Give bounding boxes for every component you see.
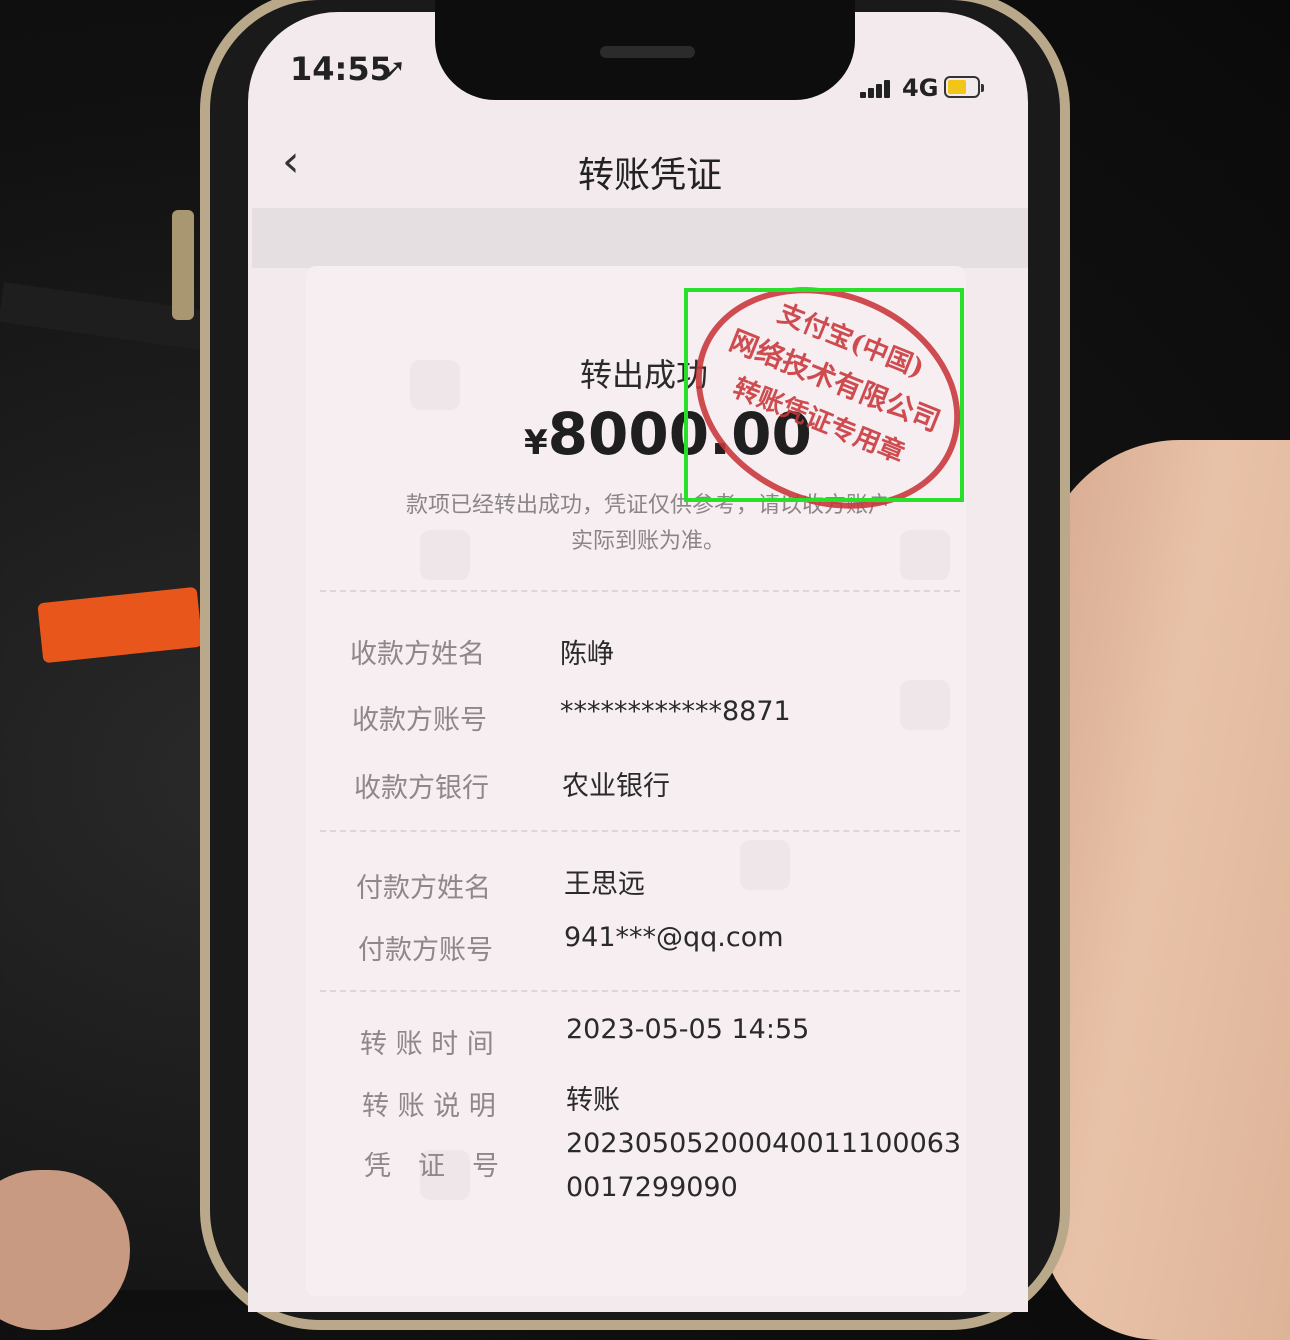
seal-highlight-box [684, 288, 964, 502]
header-divider [252, 208, 1028, 268]
transfer-time-label: 转 账 时 间 [360, 1029, 494, 1060]
voucher-number-line-1: 20230505200040011100063 [566, 1128, 962, 1159]
transfer-time: 2023-05-05 14:55 [566, 1014, 810, 1045]
payer-name-label: 付款方姓名 [356, 873, 491, 904]
watermark-icon [740, 840, 790, 890]
network-type: 4G [902, 74, 939, 102]
payee-account: ************8871 [560, 696, 791, 727]
divider [320, 590, 960, 592]
watermark-icon [410, 360, 460, 410]
payee-account-label: 收款方账号 [352, 705, 487, 736]
speaker [600, 46, 695, 58]
note-line-2: 实际到账为准。 [570, 529, 725, 554]
hand [1040, 440, 1290, 1340]
payee-name-label: 收款方姓名 [350, 639, 485, 670]
payee-bank-label: 收款方银行 [354, 773, 489, 804]
orange-tag [37, 586, 203, 664]
voucher-number-label: 凭 证 号 [364, 1151, 499, 1182]
watermark-icon [900, 680, 950, 730]
page-title: 转账凭证 [577, 155, 722, 196]
transfer-desc-label: 转 账 说 明 [362, 1091, 496, 1122]
payee-name: 陈峥 [560, 639, 614, 670]
battery-icon [944, 76, 984, 98]
payer-name: 王思远 [564, 869, 645, 900]
signal-icon [860, 80, 892, 98]
divider [320, 830, 960, 832]
status-time: 14:55 [290, 50, 392, 88]
divider [320, 990, 960, 992]
back-button[interactable]: ‹ [282, 140, 330, 188]
transfer-desc: 转账 [566, 1085, 620, 1116]
payer-account: 941***@qq.com [564, 922, 784, 953]
payee-bank: 农业银行 [562, 771, 670, 802]
payer-account-label: 付款方账号 [358, 935, 493, 966]
thumb [0, 1170, 130, 1330]
phone-side-button [172, 210, 194, 320]
voucher-number-line-2: 0017299090 [566, 1172, 738, 1203]
location-arrow-icon: ➚ [384, 54, 406, 84]
currency-symbol: ¥ [524, 423, 548, 463]
